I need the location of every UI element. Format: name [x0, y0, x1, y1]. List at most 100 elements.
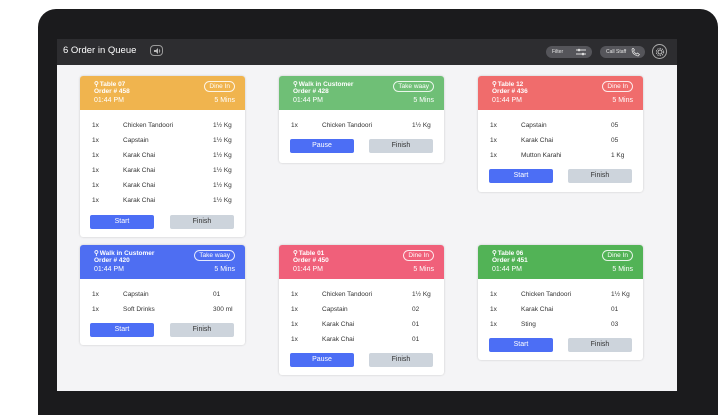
start-button[interactable]: Start: [489, 169, 553, 183]
finish-button[interactable]: Finish: [568, 338, 632, 352]
order-type-badge: Take waay: [393, 81, 434, 92]
speaker-icon[interactable]: [150, 45, 163, 56]
filter-button[interactable]: Filter: [546, 46, 592, 58]
order-item-row: 1x Karak Chai 01: [279, 321, 444, 336]
order-items: 1x Chicken Tandoori 1½ Kg 1x Karak Chai 01 1…: [478, 291, 643, 336]
kitchen-display-screen: 6 Order in Queue Filter Call Staff ⚲Tabl…: [57, 39, 677, 391]
item-name: Karak Chai: [322, 336, 355, 343]
order-items: 1x Capstain 01 1x Soft Drinks 300 ml: [80, 291, 245, 321]
order-item-row: 1x Capstain 05: [478, 122, 643, 137]
item-qty: 1x: [92, 182, 99, 189]
order-item-row: 1x Capstain 02: [279, 306, 444, 321]
item-qty: 1x: [92, 197, 99, 204]
order-card-header: ⚲Table 01 Order # 450 01:44 PM Dine In 5…: [279, 245, 444, 279]
order-item-row: 1x Chicken Tandoori 1½ Kg: [478, 291, 643, 306]
start-button[interactable]: Start: [90, 215, 154, 229]
order-item-row: 1x Capstain 01: [80, 291, 245, 306]
queue-title: 6 Order in Queue: [63, 45, 137, 56]
call-staff-button[interactable]: Call Staff: [600, 46, 645, 58]
pause-button[interactable]: Pause: [290, 353, 354, 367]
order-duration: 5 Mins: [612, 97, 633, 104]
item-qty: 1x: [490, 291, 497, 298]
order-type-badge: Dine In: [602, 81, 633, 92]
order-card-header: ⚲Table 07 Order # 458 01:44 PM Dine In 5…: [80, 76, 245, 110]
finish-button[interactable]: Finish: [170, 323, 234, 337]
table-icon: ⚲: [492, 81, 497, 88]
item-name: Capstain: [123, 137, 149, 144]
order-time: 01:44 PM: [492, 266, 522, 273]
table-label: Walk in Customer: [99, 250, 155, 257]
order-duration: 5 Mins: [612, 266, 633, 273]
finish-button[interactable]: Finish: [369, 139, 433, 153]
order-card: ⚲Table 12 Order # 436 01:44 PM Dine In 5…: [478, 76, 643, 192]
top-bar: 6 Order in Queue Filter Call Staff: [57, 39, 677, 65]
order-item-row: 1x Chicken Tandoori 1½ Kg: [279, 122, 444, 137]
item-amount: 03: [611, 321, 619, 328]
order-number: Order # 420: [94, 257, 130, 264]
item-amount: 1 Kg: [611, 152, 625, 159]
phone-icon: [631, 48, 641, 57]
start-button[interactable]: Start: [489, 338, 553, 352]
item-qty: 1x: [92, 306, 99, 313]
order-item-row: 1x Karak Chai 01: [478, 306, 643, 321]
pause-button[interactable]: Pause: [290, 139, 354, 153]
filter-label: Filter: [552, 49, 564, 55]
item-qty: 1x: [490, 137, 497, 144]
order-time: 01:44 PM: [94, 266, 124, 273]
order-item-row: 1x Chicken Tandoori 1½ Kg: [80, 122, 245, 137]
start-button[interactable]: Start: [90, 323, 154, 337]
order-type-badge: Dine In: [204, 81, 235, 92]
order-duration: 5 Mins: [214, 266, 235, 273]
item-name: Karak Chai: [123, 182, 156, 189]
order-duration: 5 Mins: [214, 97, 235, 104]
filter-icon: [576, 48, 586, 56]
item-amount: 01: [213, 291, 221, 298]
item-name: Chicken Tandoori: [123, 122, 174, 129]
order-item-row: 1x Karak Chai 05: [478, 137, 643, 152]
order-items: 1x Chicken Tandoori 1½ Kg 1x Capstain 1½ Kg …: [80, 122, 245, 212]
order-duration: 5 Mins: [413, 266, 434, 273]
finish-button[interactable]: Finish: [568, 169, 632, 183]
item-amount: 01: [412, 336, 420, 343]
item-name: Karak Chai: [123, 167, 156, 174]
call-staff-label: Call Staff: [606, 49, 627, 55]
finish-button[interactable]: Finish: [369, 353, 433, 367]
item-name: Soft Drinks: [123, 306, 155, 313]
order-item-row: 1x Soft Drinks 300 ml: [80, 306, 245, 321]
table-icon: ⚲: [94, 81, 99, 88]
order-number: Order # 451: [492, 257, 528, 264]
item-qty: 1x: [291, 122, 298, 129]
item-name: Capstain: [322, 306, 348, 313]
item-amount: 02: [412, 306, 420, 313]
walk-in-icon: ⚲: [293, 81, 298, 88]
finish-button[interactable]: Finish: [170, 215, 234, 229]
walk-in-icon: ⚲: [94, 250, 99, 257]
order-item-row: 1x Karak Chai 1½ Kg: [80, 167, 245, 182]
item-amount: 05: [611, 137, 619, 144]
item-amount: 1½ Kg: [213, 182, 232, 189]
order-items: 1x Capstain 05 1x Karak Chai 05 1x Mutton Kar…: [478, 122, 643, 167]
item-amount: 1½ Kg: [213, 137, 232, 144]
item-name: Karak Chai: [521, 137, 554, 144]
item-qty: 1x: [92, 122, 99, 129]
item-name: Capstain: [521, 122, 547, 129]
order-item-row: 1x Capstain 1½ Kg: [80, 137, 245, 152]
order-items: 1x Chicken Tandoori 1½ Kg 1x Capstain 02 1x K…: [279, 291, 444, 351]
order-number: Order # 428: [293, 88, 329, 95]
item-qty: 1x: [92, 152, 99, 159]
order-card: ⚲Walk in Customer Order # 428 01:44 PM T…: [279, 76, 444, 163]
item-qty: 1x: [291, 321, 298, 328]
order-card-header: ⚲Table 12 Order # 436 01:44 PM Dine In 5…: [478, 76, 643, 110]
item-name: Chicken Tandoori: [521, 291, 572, 298]
item-name: Karak Chai: [123, 152, 156, 159]
order-item-row: 1x Karak Chai 1½ Kg: [80, 182, 245, 197]
item-qty: 1x: [291, 336, 298, 343]
order-item-row: 1x Karak Chai 1½ Kg: [80, 197, 245, 212]
gear-icon[interactable]: [652, 44, 667, 59]
item-name: Chicken Tandoori: [322, 291, 373, 298]
order-number: Order # 458: [94, 88, 130, 95]
order-card: ⚲Table 01 Order # 450 01:44 PM Dine In 5…: [279, 245, 444, 375]
item-qty: 1x: [291, 306, 298, 313]
item-qty: 1x: [92, 291, 99, 298]
order-card-header: ⚲Walk in Customer Order # 420 01:44 PM T…: [80, 245, 245, 279]
